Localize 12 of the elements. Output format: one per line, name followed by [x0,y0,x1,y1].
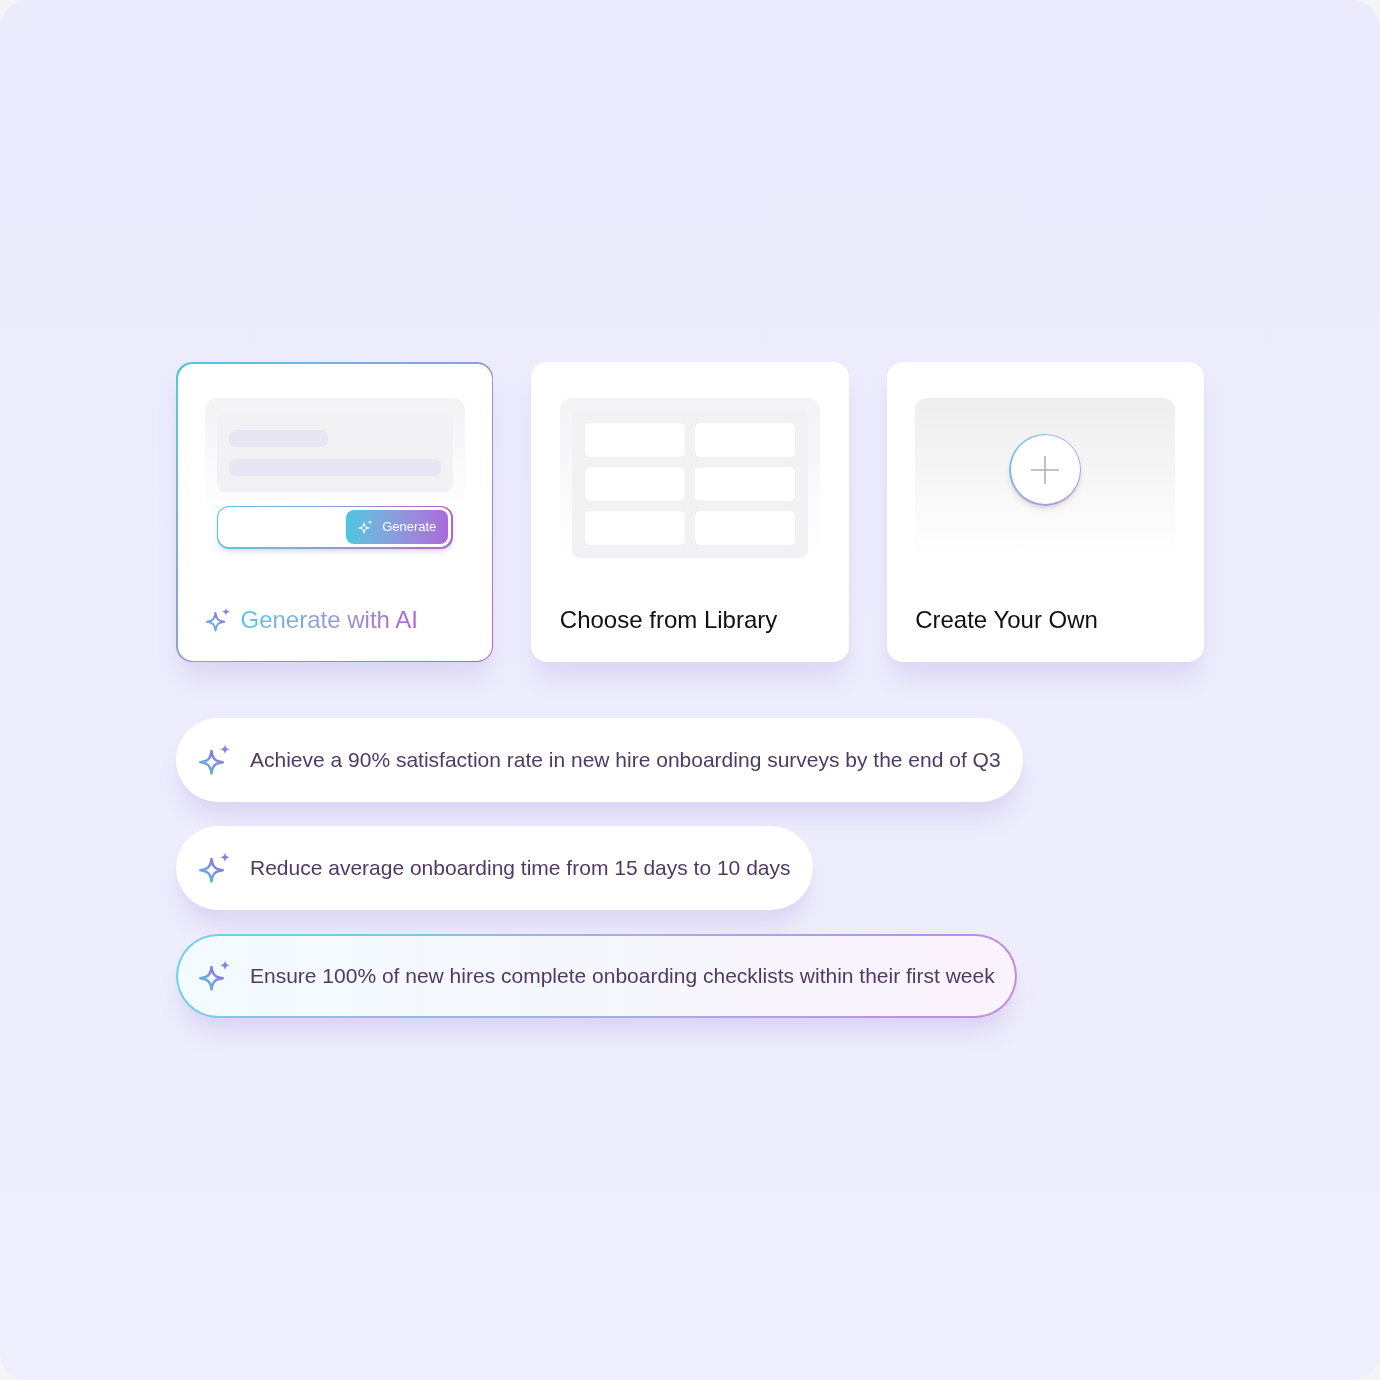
goal-suggestion[interactable]: Reduce average onboarding time from 15 days to 10 days [176,826,813,910]
goal-text: Reduce average onboarding time from 15 days to 10 days [250,855,791,882]
card-title: Create Your Own [915,604,1098,635]
goal-text: Ensure 100% of new hires complete onboarding checklists within their first week [250,963,995,990]
sparkle-icon [358,519,375,535]
option-card[interactable]: Create Your Own [886,362,1204,662]
plus-icon [1029,453,1062,486]
goal-suggestion[interactable]: Ensure 100% of new hires complete onboarding checklists within their first week [176,934,1017,1018]
goal-text: Achieve a 90% satisfaction rate in new hire onboarding surveys by the end of Q3 [250,747,1001,774]
goal-suggestion[interactable]: Achieve a 90% satisfaction rate in new hire onboarding surveys by the end of Q3 [176,718,1023,802]
card-title: Choose from Library [559,604,778,635]
option-card[interactable]: Choose from Library [531,362,849,662]
